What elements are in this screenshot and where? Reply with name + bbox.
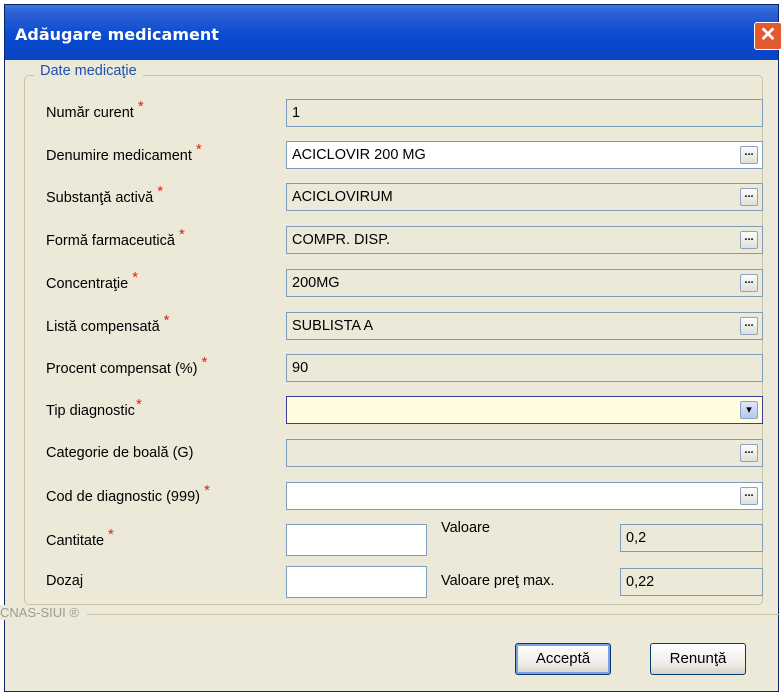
denumire-label: Denumire medicament *: [46, 141, 202, 164]
required-marker: *: [203, 482, 210, 499]
close-button[interactable]: ✕: [754, 22, 782, 50]
footer-divider: [4, 614, 779, 615]
concentratie-field: 200MG...: [286, 269, 763, 297]
required-marker: *: [178, 226, 185, 243]
concentratie-value: 200MG: [292, 275, 340, 291]
required-marker: *: [137, 98, 144, 115]
browse-categorie-button[interactable]: ...: [740, 444, 758, 462]
group-title: Date medicaţie: [34, 63, 143, 79]
required-marker: *: [163, 312, 170, 329]
browse-lista-button[interactable]: ...: [740, 317, 758, 335]
valoare-pret-max-field: 0,22: [620, 568, 763, 596]
cod-diagnostic-field[interactable]: ...: [286, 482, 763, 510]
concentratie-label: Concentraţie *: [46, 269, 139, 292]
forma-label: Formă farmaceutică *: [46, 226, 185, 249]
categorie-label: Categorie de boală (G): [46, 445, 194, 461]
procent-field: 90: [286, 354, 763, 382]
substanta-label: Substanţă activă *: [46, 183, 164, 206]
substanta-value: ACICLOVIRUM: [292, 189, 393, 205]
dozaj-label: Dozaj: [46, 573, 84, 589]
browse-denumire-button[interactable]: ...: [740, 146, 758, 164]
browse-substanta-button[interactable]: ...: [740, 188, 758, 206]
denumire-field[interactable]: ACICLOVIR 200 MG...: [286, 141, 763, 169]
dozaj-input[interactable]: [286, 566, 427, 598]
browse-cod-diagnostic-button[interactable]: ...: [740, 487, 758, 505]
cantitate-label: Cantitate *: [46, 526, 114, 549]
lista-value: SUBLISTA A: [292, 318, 374, 334]
cantitate-input[interactable]: [286, 524, 427, 556]
substanta-field: ACICLOVIRUM...: [286, 183, 763, 211]
cod-diagnostic-label: Cod de diagnostic (999) *: [46, 482, 210, 505]
brand-label: CNAS-SIUI ®: [0, 605, 87, 620]
lista-label: Listă compensată *: [46, 312, 170, 335]
cancel-button[interactable]: Renunţă: [650, 643, 746, 675]
window-title: Adăugare medicament: [15, 25, 219, 44]
lista-field: SUBLISTA A...: [286, 312, 763, 340]
valoare-field: 0,2: [620, 524, 763, 552]
title-bar[interactable]: Adăugare medicament ✕: [5, 5, 782, 60]
forma-value: COMPR. DISP.: [292, 232, 391, 248]
procent-label: Procent compensat (%) *: [46, 354, 208, 377]
categorie-field: ...: [286, 439, 763, 467]
tip-diagnostic-select[interactable]: ▾: [286, 396, 763, 424]
accept-button[interactable]: Acceptă: [515, 643, 611, 675]
required-marker: *: [135, 396, 142, 413]
numar-curent-label: Număr curent *: [46, 98, 144, 121]
valoare-label: Valoare: [441, 520, 490, 536]
chevron-down-icon[interactable]: ▾: [740, 401, 758, 419]
browse-forma-button[interactable]: ...: [740, 231, 758, 249]
forma-field: COMPR. DISP....: [286, 226, 763, 254]
required-marker: *: [157, 183, 164, 200]
denumire-value: ACICLOVIR 200 MG: [292, 147, 426, 163]
numar-curent-field: 1: [286, 99, 763, 127]
valoare-pret-max-label: Valoare preţ max.: [441, 573, 555, 589]
required-marker: *: [132, 269, 139, 286]
required-marker: *: [108, 526, 114, 543]
required-marker: *: [195, 141, 202, 158]
tip-diagnostic-label: Tip diagnostic*: [46, 396, 142, 419]
browse-concentratie-button[interactable]: ...: [740, 274, 758, 292]
required-marker: *: [201, 354, 208, 371]
